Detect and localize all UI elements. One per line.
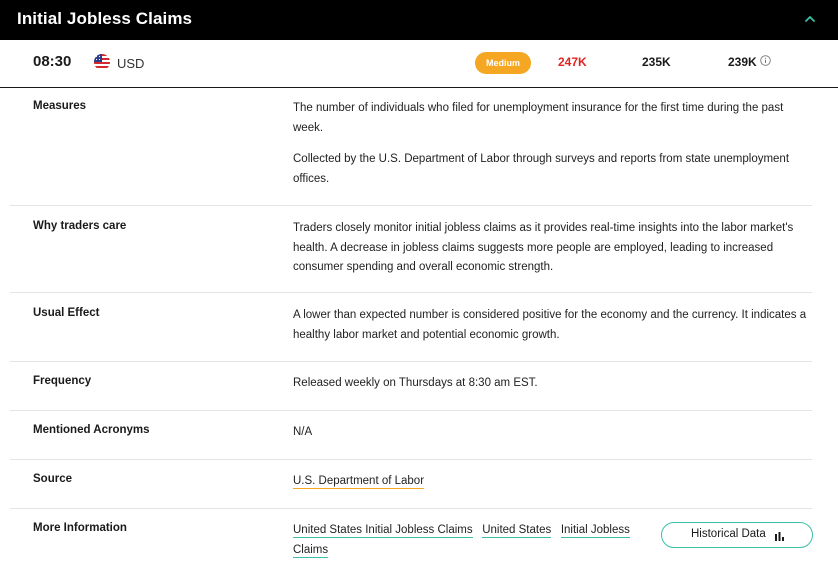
- detail-row-more-information: More Information United States Initial J…: [10, 509, 813, 577]
- historical-data-button[interactable]: Historical Data: [661, 522, 813, 548]
- detail-row-frequency: Frequency Released weekly on Thursdays a…: [10, 362, 812, 411]
- measures-label: Measures: [33, 100, 87, 112]
- previous-value: 239K: [728, 55, 757, 69]
- event-details: Measures The number of individuals who f…: [10, 88, 813, 577]
- us-flag-icon: [94, 54, 110, 70]
- event-header[interactable]: Initial Jobless Claims: [0, 0, 838, 40]
- acronyms-value: N/A: [293, 426, 313, 438]
- why-value: Traders closely monitor initial jobless …: [293, 222, 794, 273]
- frequency-value: Released weekly on Thursdays at 8:30 am …: [293, 377, 538, 389]
- frequency-label: Frequency: [33, 375, 92, 387]
- measures-text-1: The number of individuals who filed for …: [293, 102, 784, 134]
- event-title: Initial Jobless Claims: [17, 9, 193, 28]
- link-us-initial-jobless-claims[interactable]: United States Initial Jobless Claims: [293, 524, 473, 538]
- forecast-value: 235K: [642, 55, 671, 69]
- measures-text-2: Collected by the U.S. Department of Labo…: [293, 153, 790, 185]
- detail-row-measures: Measures The number of individuals who f…: [10, 88, 812, 206]
- detail-row-usual-effect: Usual Effect A lower than expected numbe…: [10, 293, 812, 362]
- actual-value: 247K: [558, 55, 587, 69]
- detail-row-why-traders-care: Why traders care Traders closely monitor…: [10, 206, 812, 293]
- detail-row-acronyms: Mentioned Acronyms N/A: [10, 411, 812, 460]
- event-time: 08:30: [33, 53, 72, 70]
- more-info-label: More Information: [33, 522, 127, 534]
- historical-data-label: Historical Data: [691, 528, 766, 540]
- source-value: U.S. Department of Labor: [293, 472, 813, 492]
- event-currency: USD: [117, 56, 145, 71]
- bar-chart-icon: [775, 532, 784, 541]
- effect-label: Usual Effect: [33, 307, 100, 319]
- source-link[interactable]: U.S. Department of Labor: [293, 475, 425, 489]
- acronyms-label: Mentioned Acronyms: [33, 424, 150, 436]
- impact-badge: Medium: [475, 52, 531, 74]
- detail-row-source: Source U.S. Department of Labor: [10, 460, 812, 509]
- why-label: Why traders care: [33, 220, 127, 232]
- chevron-up-icon[interactable]: [803, 12, 817, 26]
- event-summary-row: 08:30 USD Medium 247K 235K 239K: [0, 40, 838, 88]
- more-info-links: United States Initial Jobless Claims Uni…: [293, 521, 653, 560]
- info-icon[interactable]: [760, 55, 771, 66]
- effect-value: A lower than expected number is consider…: [293, 309, 807, 341]
- source-label: Source: [33, 473, 72, 485]
- link-united-states[interactable]: United States: [482, 524, 552, 538]
- measures-value: The number of individuals who filed for …: [293, 99, 813, 189]
